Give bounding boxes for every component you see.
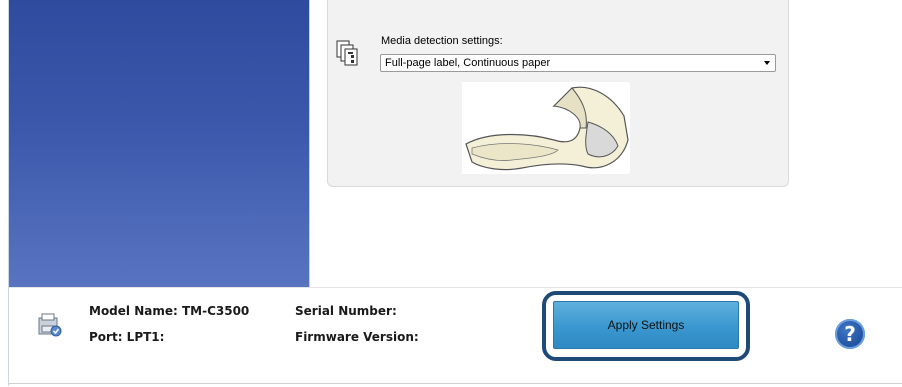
content-area: Media detection settings: Full-page labe… <box>310 0 902 287</box>
media-settings-panel: Media detection settings: Full-page labe… <box>327 0 789 187</box>
chevron-down-icon <box>764 61 770 65</box>
model-name-label: Model Name: TM-C3500 <box>89 304 250 318</box>
media-detection-label: Media detection settings: <box>381 35 503 47</box>
navigation-sidebar <box>9 0 310 287</box>
serial-number-label: Serial Number: <box>295 304 397 318</box>
media-detection-icon <box>336 40 358 66</box>
status-bar: Model Name: TM-C3500 Port: LPT1: Serial … <box>9 287 902 387</box>
media-detection-selected-value: Full-page label, Continuous paper <box>385 57 551 69</box>
firmware-version-label: Firmware Version: <box>295 330 419 344</box>
apply-settings-button[interactable]: Apply Settings <box>553 301 739 349</box>
help-icon[interactable]: ? <box>835 319 865 349</box>
bottom-divider <box>9 383 902 384</box>
media-detection-dropdown[interactable]: Full-page label, Continuous paper <box>380 54 776 72</box>
port-label: Port: LPT1: <box>89 330 165 344</box>
printer-icon <box>37 312 63 338</box>
window-left-edge <box>0 0 9 386</box>
continuous-paper-illustration <box>462 82 630 174</box>
